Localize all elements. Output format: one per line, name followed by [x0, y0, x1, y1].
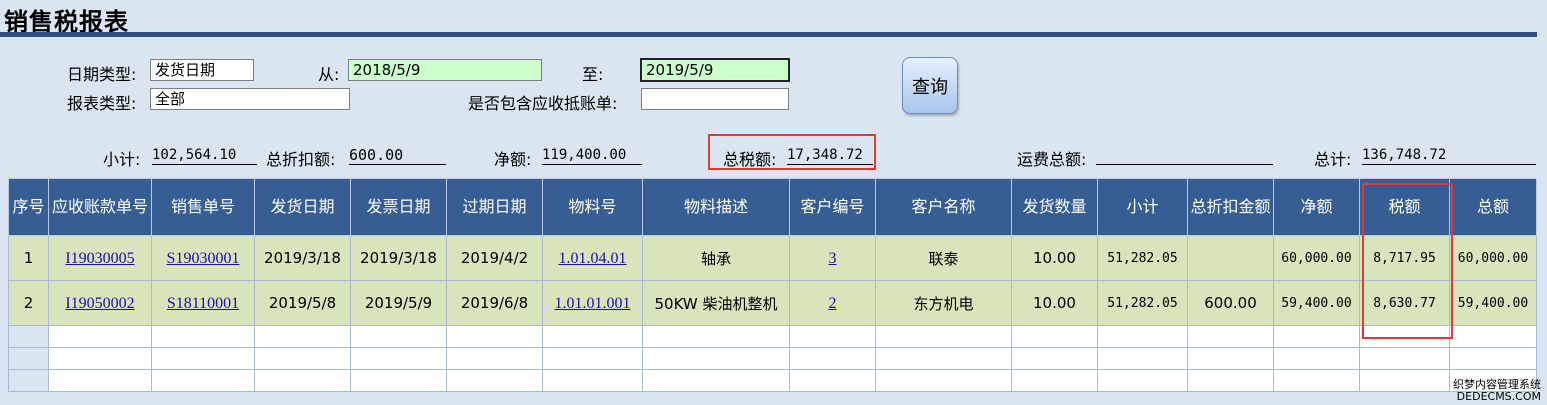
header-due-date[interactable]: 过期日期: [446, 178, 543, 236]
watermark: 织梦内容管理系统 DEDECMS.COM: [1453, 379, 1541, 403]
cell-invoice-date: 2019/3/18: [350, 235, 447, 281]
header-index[interactable]: 序号: [8, 178, 49, 236]
header-material-desc[interactable]: 物料描述: [642, 178, 790, 236]
table-row: 2 I19050002 S18110001 2019/5/8 2019/5/9 …: [8, 280, 1537, 326]
subtotal-label: 小计:: [103, 150, 141, 169]
customer-number-link[interactable]: 2: [829, 295, 837, 312]
cell-subtotal: 51,282.05: [1097, 280, 1188, 326]
cell-customer-number: 3: [789, 235, 876, 281]
cell-net: 60,000.00: [1273, 235, 1360, 281]
cell-material-desc: 50KW 柴油机整机: [642, 280, 790, 326]
material-number-link[interactable]: 1.01.04.01: [559, 250, 627, 267]
subtotal-value: 102,564.10: [152, 146, 257, 165]
cell-material-number: 1.01.04.01: [542, 235, 643, 281]
from-date-input[interactable]: 2018/5/9: [348, 59, 542, 81]
sales-order-link[interactable]: S18110001: [167, 295, 239, 312]
sales-order-link[interactable]: S19030001: [167, 250, 240, 267]
date-type-select[interactable]: 发货日期: [150, 59, 254, 81]
report-type-select[interactable]: 全部: [150, 88, 350, 110]
header-total-discount[interactable]: 总折扣金额: [1187, 178, 1274, 236]
cell-due-date: 2019/4/2: [446, 235, 543, 281]
ar-number-link[interactable]: I19030005: [65, 250, 134, 267]
header-total[interactable]: 总额: [1449, 178, 1537, 236]
cell-sales-order: S19030001: [151, 235, 255, 281]
query-button[interactable]: 查询: [902, 57, 958, 114]
title-divider: [0, 32, 1537, 37]
header-customer-name[interactable]: 客户名称: [875, 178, 1012, 236]
net-label: 净额:: [494, 150, 532, 169]
table-row: 1 I19030005 S19030001 2019/3/18 2019/3/1…: [8, 235, 1537, 281]
cell-ship-date: 2019/3/18: [254, 235, 351, 281]
total-label: 总计:: [1314, 150, 1352, 169]
header-sales-order[interactable]: 销售单号: [151, 178, 255, 236]
include-ar-label: 是否包含应收抵账单:: [468, 94, 618, 113]
from-label: 从:: [318, 65, 340, 84]
to-date-input[interactable]: 2019/5/9: [640, 58, 790, 82]
cell-ar-number: I19030005: [48, 235, 152, 281]
cell-invoice-date: 2019/5/9: [350, 280, 447, 326]
cell-index: 1: [8, 235, 49, 281]
total-value: 136,748.72: [1362, 146, 1536, 165]
empty-row: [8, 369, 1537, 392]
customer-number-link[interactable]: 3: [829, 250, 837, 267]
cell-ship-date: 2019/5/8: [254, 280, 351, 326]
cell-total: 60,000.00: [1449, 235, 1537, 281]
cell-total-discount: [1187, 235, 1274, 281]
cell-index: 2: [8, 280, 49, 326]
header-material-number[interactable]: 物料号: [542, 178, 643, 236]
to-label: 至:: [582, 65, 604, 84]
header-net[interactable]: 净额: [1273, 178, 1360, 236]
cell-total-discount: 600.00: [1187, 280, 1274, 326]
discount-value: 600.00: [349, 146, 446, 165]
report-type-label: 报表类型:: [67, 94, 137, 113]
ar-number-link[interactable]: I19050002: [65, 295, 134, 312]
cell-ship-qty: 10.00: [1011, 280, 1098, 326]
header-ship-qty[interactable]: 发货数量: [1011, 178, 1098, 236]
net-value: 119,400.00: [542, 146, 642, 165]
cell-material-desc: 轴承: [642, 235, 790, 281]
cell-ship-qty: 10.00: [1011, 235, 1098, 281]
cell-due-date: 2019/6/8: [446, 280, 543, 326]
tax-column-highlight: [1362, 183, 1453, 339]
cell-ar-number: I19050002: [48, 280, 152, 326]
cell-material-number: 1.01.01.001: [542, 280, 643, 326]
empty-row: [8, 347, 1537, 370]
table-header-row: 序号 应收账款单号 销售单号 发货日期 发票日期 过期日期 物料号 物料描述 客…: [8, 178, 1537, 236]
header-subtotal[interactable]: 小计: [1097, 178, 1188, 236]
header-customer-number[interactable]: 客户编号: [789, 178, 876, 236]
freight-label: 运费总额:: [1017, 150, 1087, 169]
empty-row: [8, 325, 1537, 348]
freight-value: [1096, 146, 1273, 165]
header-ar-number[interactable]: 应收账款单号: [48, 178, 152, 236]
cell-net: 59,400.00: [1273, 280, 1360, 326]
cell-sales-order: S18110001: [151, 280, 255, 326]
header-ship-date[interactable]: 发货日期: [254, 178, 351, 236]
date-type-label: 日期类型:: [67, 65, 137, 84]
cell-total: 59,400.00: [1449, 280, 1537, 326]
watermark-line2: DEDECMS.COM: [1456, 390, 1541, 403]
cell-customer-number: 2: [789, 280, 876, 326]
discount-label: 总折扣额:: [266, 150, 336, 169]
cell-customer-name: 东方机电: [875, 280, 1012, 326]
cell-customer-name: 联泰: [875, 235, 1012, 281]
material-number-link[interactable]: 1.01.01.001: [548, 295, 638, 313]
header-invoice-date[interactable]: 发票日期: [350, 178, 447, 236]
total-tax-highlight: [708, 134, 876, 170]
include-ar-input[interactable]: [641, 88, 789, 110]
cell-subtotal: 51,282.05: [1097, 235, 1188, 281]
sales-tax-table: 序号 应收账款单号 销售单号 发货日期 发票日期 过期日期 物料号 物料描述 客…: [8, 178, 1537, 392]
